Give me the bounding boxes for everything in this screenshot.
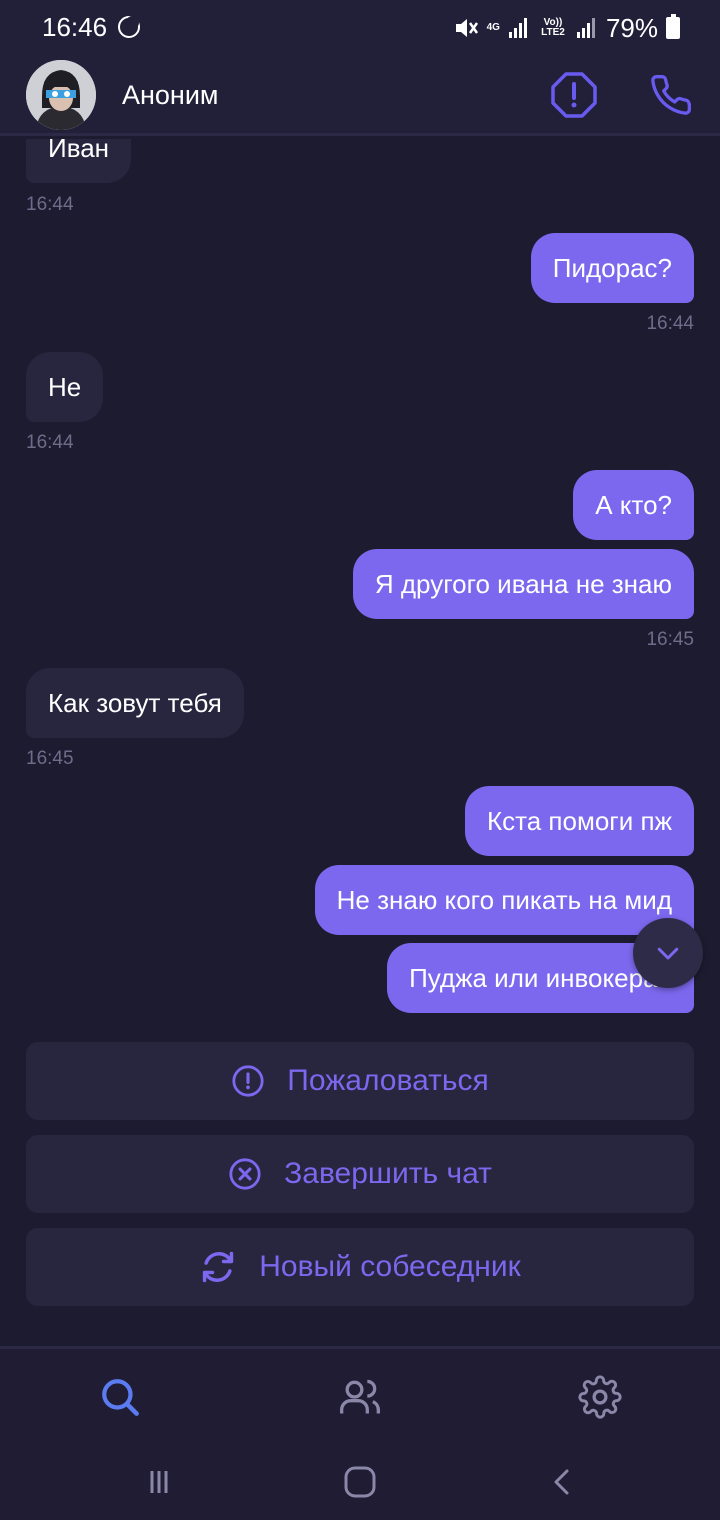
new-partner-label: Новый собеседник <box>259 1250 521 1283</box>
recents-icon <box>150 1471 168 1493</box>
back-button[interactable] <box>540 1464 584 1500</box>
report-action-button[interactable]: Пожаловаться <box>26 1042 694 1120</box>
refresh-icon <box>203 1251 234 1283</box>
do-not-disturb-icon <box>118 16 140 38</box>
status-bar: 16:46 4G Vo)) LTE2 79% <box>0 0 720 56</box>
home-button[interactable] <box>338 1464 382 1500</box>
avatar-image <box>26 60 96 130</box>
battery-percent: 79% <box>605 12 658 43</box>
message-outgoing[interactable]: Не знаю кого пикать на мид <box>314 865 694 935</box>
status-time: 16:46 <box>42 12 108 42</box>
message-outgoing[interactable]: Кста помоги пж <box>464 786 694 856</box>
recents-button[interactable] <box>137 1464 181 1500</box>
search-icon <box>102 1379 139 1416</box>
people-icon <box>340 1379 380 1414</box>
alert-circle-icon <box>232 1065 264 1097</box>
message-incoming[interactable]: Иван <box>26 139 132 183</box>
message-list[interactable]: Иван 16:44 Пидорас? 16:44 Не 16:44 А кто… <box>0 139 720 1024</box>
end-chat-label: Завершить чат <box>284 1157 492 1190</box>
contact-name: Аноним <box>122 80 219 110</box>
nav-settings[interactable] <box>576 1373 624 1421</box>
back-icon <box>554 1469 569 1495</box>
nav-search[interactable] <box>96 1373 144 1421</box>
message-time: 16:44 <box>646 313 694 334</box>
close-circle-icon <box>229 1158 261 1190</box>
chat-header: Аноним <box>0 56 720 136</box>
signal-icon <box>508 18 527 38</box>
end-chat-button[interactable]: Завершить чат <box>26 1135 694 1213</box>
signal-2-icon <box>576 18 595 38</box>
network-type: 4G <box>486 22 500 33</box>
scroll-down-button[interactable] <box>633 918 703 988</box>
avatar[interactable] <box>26 60 96 130</box>
home-icon <box>344 1466 376 1498</box>
message-outgoing[interactable]: А кто? <box>573 470 694 540</box>
message-incoming[interactable]: Не <box>26 352 104 422</box>
mute-icon <box>455 19 478 37</box>
phone-icon <box>651 75 691 115</box>
message-time: 16:45 <box>26 748 74 769</box>
system-navigation <box>0 1442 720 1520</box>
message-outgoing[interactable]: Я другого ивана не знаю <box>352 549 694 619</box>
battery-icon <box>666 14 680 39</box>
message-incoming[interactable]: Как зовут тебя <box>26 668 244 738</box>
status-icons: 4G Vo)) LTE2 79% <box>453 12 680 44</box>
call-button[interactable] <box>646 70 696 120</box>
message-time: 16:45 <box>646 629 694 650</box>
gear-icon <box>578 1375 622 1419</box>
report-icon <box>551 72 597 118</box>
message-time: 16:44 <box>26 432 74 453</box>
message-outgoing[interactable]: Пидорас? <box>530 233 694 303</box>
message-time: 16:44 <box>26 194 74 215</box>
new-partner-button[interactable]: Новый собеседник <box>26 1228 694 1306</box>
report-button[interactable] <box>549 70 599 120</box>
bottom-navigation <box>0 1346 720 1442</box>
report-action-label: Пожаловаться <box>287 1064 489 1097</box>
chevron-down-icon <box>657 947 679 960</box>
volte-label: Vo)) LTE2 <box>541 17 565 38</box>
nav-contacts[interactable] <box>336 1373 384 1421</box>
